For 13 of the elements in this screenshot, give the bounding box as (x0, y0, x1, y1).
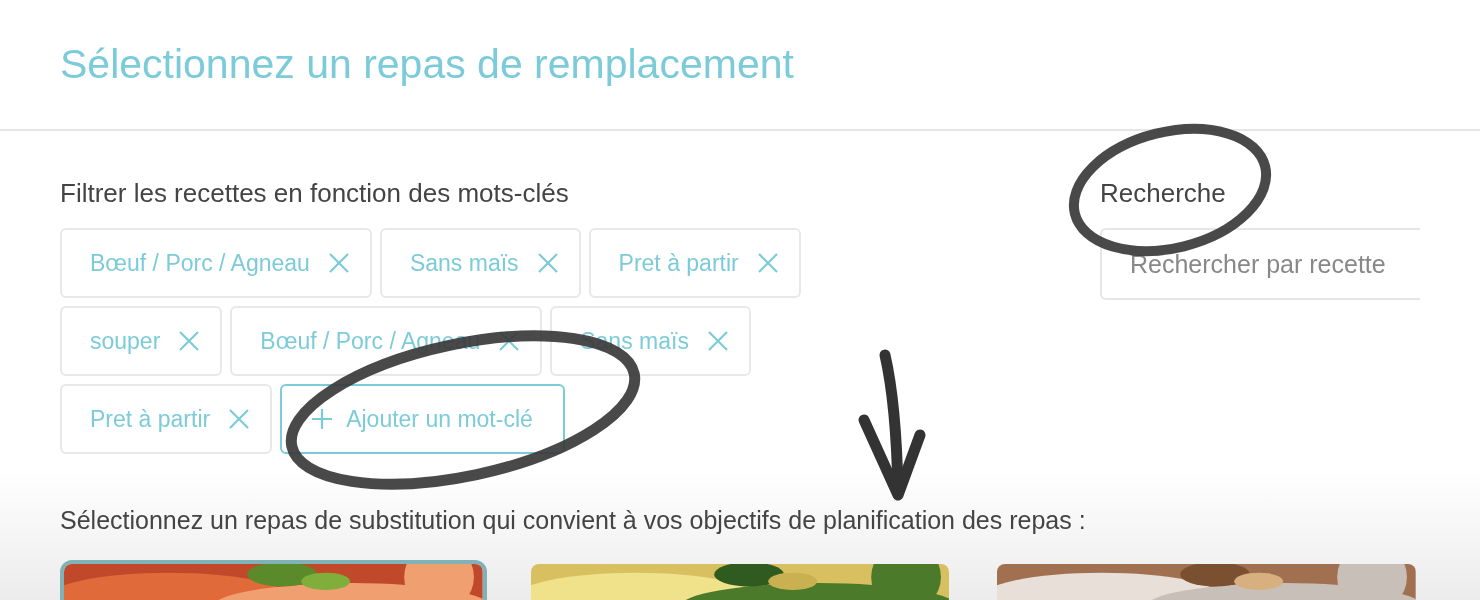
tag-label: Pret à partir (618, 248, 739, 278)
tag-label: Sans maïs (409, 248, 519, 278)
tag-label: Bœuf / Porc / Agneau (90, 248, 310, 278)
tag-label: Pret à partir (90, 404, 211, 434)
close-icon[interactable] (498, 330, 521, 352)
instruction-text: Sélectionnez un repas de substitution qui convient à vos objectifs de planification des repas : (60, 505, 1086, 536)
filter-label: Filtrer les recettes en fonction des mots-clés (60, 177, 569, 210)
page-title: Sélectionnez un repas de remplacement (60, 39, 794, 89)
plus-icon (312, 409, 333, 429)
add-keyword-button[interactable]: Ajouter un mot-clé (280, 384, 565, 454)
search-field[interactable]: Rechercher par recette (1100, 228, 1420, 300)
search-label: Recherche (1100, 177, 1226, 210)
tag-label: souper (90, 326, 161, 356)
